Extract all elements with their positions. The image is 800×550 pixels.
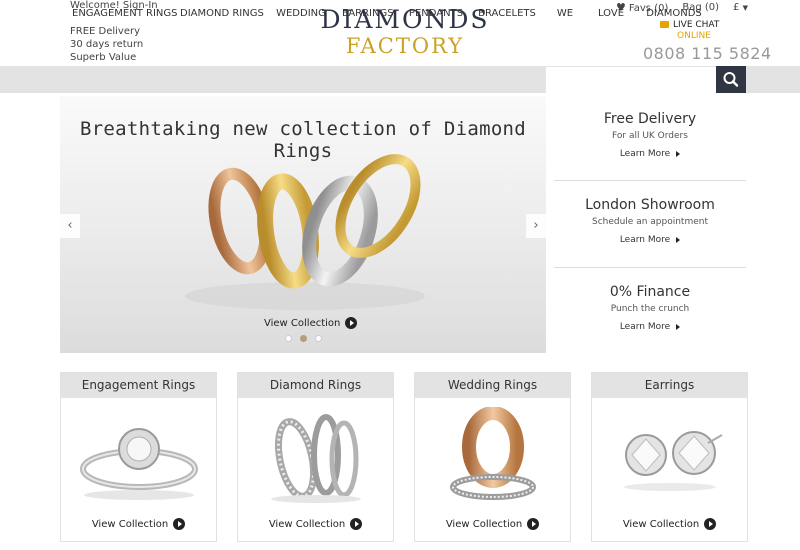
category-card-wedding-rings[interactable]: Wedding Rings View Collection <box>414 372 571 542</box>
info-free-delivery: Free Delivery For all UK Orders Learn Mo… <box>554 111 746 159</box>
info-subtitle: Punch the crunch <box>610 304 690 314</box>
category-card-diamond-rings[interactable]: Diamond Rings View Collection <box>237 372 394 542</box>
arrow-right-icon <box>676 323 681 330</box>
category-card-earrings[interactable]: Earrings View Collection <box>591 372 748 542</box>
card-cta-label: View Collection <box>445 519 523 530</box>
play-arrow-icon <box>345 317 358 329</box>
chevron-down-icon: ▼ <box>742 4 748 12</box>
banner-view-collection[interactable]: View Collection <box>264 317 358 329</box>
card-view-collection[interactable]: View Collection <box>592 518 747 530</box>
divider <box>554 267 746 268</box>
nav-bracelets[interactable]: BRACELETS <box>478 0 536 27</box>
card-title: Diamond Rings <box>238 373 393 398</box>
perk-returns: 30 days return <box>70 39 144 50</box>
card-view-collection[interactable]: View Collection <box>238 518 393 530</box>
perks-list: FREE Delivery 30 days return Superb Valu… <box>70 25 143 64</box>
learn-more-label: Learn More <box>619 149 671 159</box>
carousel-dots <box>285 335 322 342</box>
nav-pendants[interactable]: PENDANTS <box>408 0 464 27</box>
play-arrow-icon <box>173 518 186 530</box>
earrings-image <box>624 431 723 491</box>
divider <box>554 180 746 181</box>
carousel-dot-1[interactable] <box>285 335 292 342</box>
learn-more-label: Learn More <box>619 235 671 245</box>
play-arrow-icon <box>704 518 717 530</box>
info-title: 0% Finance <box>609 284 691 300</box>
info-subtitle: Schedule an appointment <box>591 217 708 227</box>
we-love-diamonds-area <box>546 66 716 93</box>
banner-next-arrow[interactable]: › <box>526 214 546 238</box>
banner-rings-image <box>185 154 425 310</box>
phone-number[interactable]: 0808 115 5824 <box>643 44 772 63</box>
learn-more-link[interactable]: Learn More <box>554 235 746 245</box>
info-london-showroom: London Showroom Schedule an appointment … <box>554 197 746 245</box>
chevron-right-icon: › <box>533 218 539 233</box>
arrow-right-icon <box>676 236 681 243</box>
info-title: London Showroom <box>585 197 715 213</box>
category-card-engagement-rings[interactable]: Engagement Rings View Collection <box>60 372 217 542</box>
currency-selector[interactable]: £ ▼ <box>733 2 748 13</box>
diamond-rings-image <box>271 414 361 503</box>
logo-text-factory: FACTORY <box>345 34 465 58</box>
hero-banner[interactable]: Breathtaking new collection of Diamond R… <box>60 96 546 353</box>
learn-more-label: Learn More <box>619 322 671 332</box>
chevron-left-icon: ‹ <box>67 218 73 233</box>
search-button[interactable] <box>716 66 746 93</box>
live-chat-status: ONLINE <box>677 31 711 41</box>
nav-earrings[interactable]: EARRINGS <box>342 0 394 27</box>
nav-love[interactable]: LOVE <box>596 0 626 27</box>
wedding-rings-image <box>450 407 536 500</box>
search-icon <box>723 72 739 87</box>
learn-more-link[interactable]: Learn More <box>554 149 746 159</box>
nav-engagement-rings[interactable]: ENGAGEMENT RINGS <box>72 0 177 27</box>
learn-more-link[interactable]: Learn More <box>554 322 746 332</box>
nav-diamond-rings[interactable]: DIAMOND RINGS <box>180 0 264 27</box>
card-cta-label: View Collection <box>91 519 169 530</box>
card-title: Wedding Rings <box>415 373 570 398</box>
currency-label: £ <box>733 2 740 13</box>
card-view-collection[interactable]: View Collection <box>61 518 216 530</box>
nav-wedding[interactable]: WEDDING <box>276 0 326 27</box>
nav-diamonds[interactable]: DIAMONDS <box>646 0 702 27</box>
card-title: Earrings <box>592 373 747 398</box>
info-subtitle: For all UK Orders <box>612 131 688 141</box>
carousel-dot-3[interactable] <box>315 335 322 342</box>
nav-we[interactable]: WE <box>552 0 578 27</box>
card-title: Engagement Rings <box>61 373 216 398</box>
perk-value: Superb Value <box>70 52 137 63</box>
card-view-collection[interactable]: View Collection <box>415 518 570 530</box>
card-cta-label: View Collection <box>268 519 346 530</box>
info-finance: 0% Finance Punch the crunch Learn More <box>554 284 746 332</box>
play-arrow-icon <box>527 518 540 530</box>
arrow-right-icon <box>676 150 681 157</box>
play-arrow-icon <box>350 518 363 530</box>
card-cta-label: View Collection <box>622 519 700 530</box>
banner-cta-label: View Collection <box>264 318 341 329</box>
banner-prev-arrow[interactable]: ‹ <box>60 214 80 238</box>
carousel-dot-2[interactable] <box>300 335 307 342</box>
engagement-ring-image <box>80 428 198 500</box>
info-title: Free Delivery <box>603 111 697 127</box>
